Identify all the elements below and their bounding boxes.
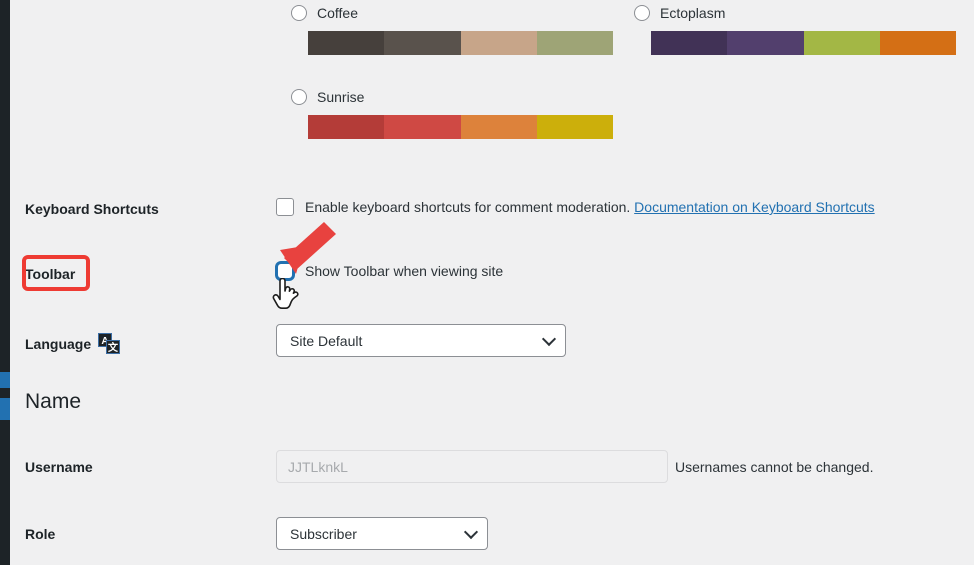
toolbar-label: Toolbar [25, 266, 76, 282]
toolbar-checkbox-row[interactable]: Show Toolbar when viewing site [276, 262, 503, 280]
color-scheme-label: Sunrise [317, 89, 365, 105]
show-toolbar-checkbox[interactable] [276, 262, 294, 280]
name-section-heading: Name [25, 390, 82, 413]
username-input: JJTLknkL [276, 450, 668, 483]
color-scheme-sunrise-head[interactable]: Sunrise [291, 84, 613, 110]
keyboard-shortcuts-doc-link[interactable]: Documentation on Keyboard Shortcuts [634, 199, 874, 215]
keyboard-shortcuts-description: Enable keyboard shortcuts for comment mo… [305, 199, 631, 215]
keyboard-shortcuts-checkbox-row[interactable]: Enable keyboard shortcuts for comment mo… [276, 198, 875, 216]
color-scheme-sunrise[interactable]: Sunrise [291, 84, 613, 139]
color-scheme-coffee-head[interactable]: Coffee [291, 0, 613, 26]
palette-ectoplasm [651, 31, 956, 55]
palette-swatch [308, 115, 385, 139]
palette-swatch [727, 31, 804, 55]
radio-sunrise[interactable] [291, 89, 307, 105]
language-select-value: Site Default [290, 332, 363, 349]
translation-icon: A文 [98, 333, 121, 354]
sidebar-item-active-2[interactable] [0, 398, 10, 420]
admin-sidebar-strip[interactable] [0, 0, 10, 565]
palette-swatch [651, 31, 728, 55]
radio-ectoplasm[interactable] [634, 5, 650, 21]
palette-swatch [384, 115, 461, 139]
chevron-down-icon [544, 334, 555, 345]
toolbar-field: Show Toolbar when viewing site [276, 262, 503, 280]
role-select[interactable]: Subscriber [276, 517, 488, 550]
keyboard-shortcuts-field: Enable keyboard shortcuts for comment mo… [276, 198, 875, 216]
profile-settings-content: Coffee Ectoplasm Sunrise Keyboard Shortc… [10, 0, 974, 565]
palette-swatch [879, 31, 956, 55]
palette-swatch [803, 31, 880, 55]
language-label: Language A 文 [25, 333, 121, 354]
role-label: Role [25, 526, 56, 542]
keyboard-shortcuts-checkbox[interactable] [276, 198, 294, 216]
sidebar-item-active-1[interactable] [0, 372, 10, 388]
color-scheme-ectoplasm-head[interactable]: Ectoplasm [634, 0, 956, 26]
svg-text:文: 文 [108, 341, 119, 354]
show-toolbar-text: Show Toolbar when viewing site [305, 263, 504, 279]
role-select-value: Subscriber [290, 525, 357, 542]
language-label-text: Language [25, 336, 92, 352]
palette-swatch [536, 31, 613, 55]
username-field: JJTLknkL [276, 450, 668, 483]
keyboard-shortcuts-text: Enable keyboard shortcuts for comment mo… [305, 199, 875, 215]
palette-sunrise [308, 115, 613, 139]
language-field: Site Default [276, 324, 566, 357]
palette-swatch [384, 31, 461, 55]
palette-coffee [308, 31, 613, 55]
color-scheme-coffee[interactable]: Coffee [291, 0, 613, 55]
username-value: JJTLknkL [288, 458, 348, 475]
username-label: Username [25, 459, 93, 475]
palette-swatch [308, 31, 385, 55]
color-scheme-label: Coffee [317, 5, 358, 21]
keyboard-shortcuts-label: Keyboard Shortcuts [25, 201, 159, 217]
palette-swatch [460, 115, 537, 139]
language-select[interactable]: Site Default [276, 324, 566, 357]
color-scheme-label: Ectoplasm [660, 5, 726, 21]
chevron-down-icon [466, 527, 477, 538]
palette-swatch [460, 31, 537, 55]
palette-swatch [536, 115, 613, 139]
username-note: Usernames cannot be changed. [675, 459, 874, 475]
color-scheme-ectoplasm[interactable]: Ectoplasm [634, 0, 956, 55]
role-field: Subscriber [276, 517, 488, 550]
radio-coffee[interactable] [291, 5, 307, 21]
